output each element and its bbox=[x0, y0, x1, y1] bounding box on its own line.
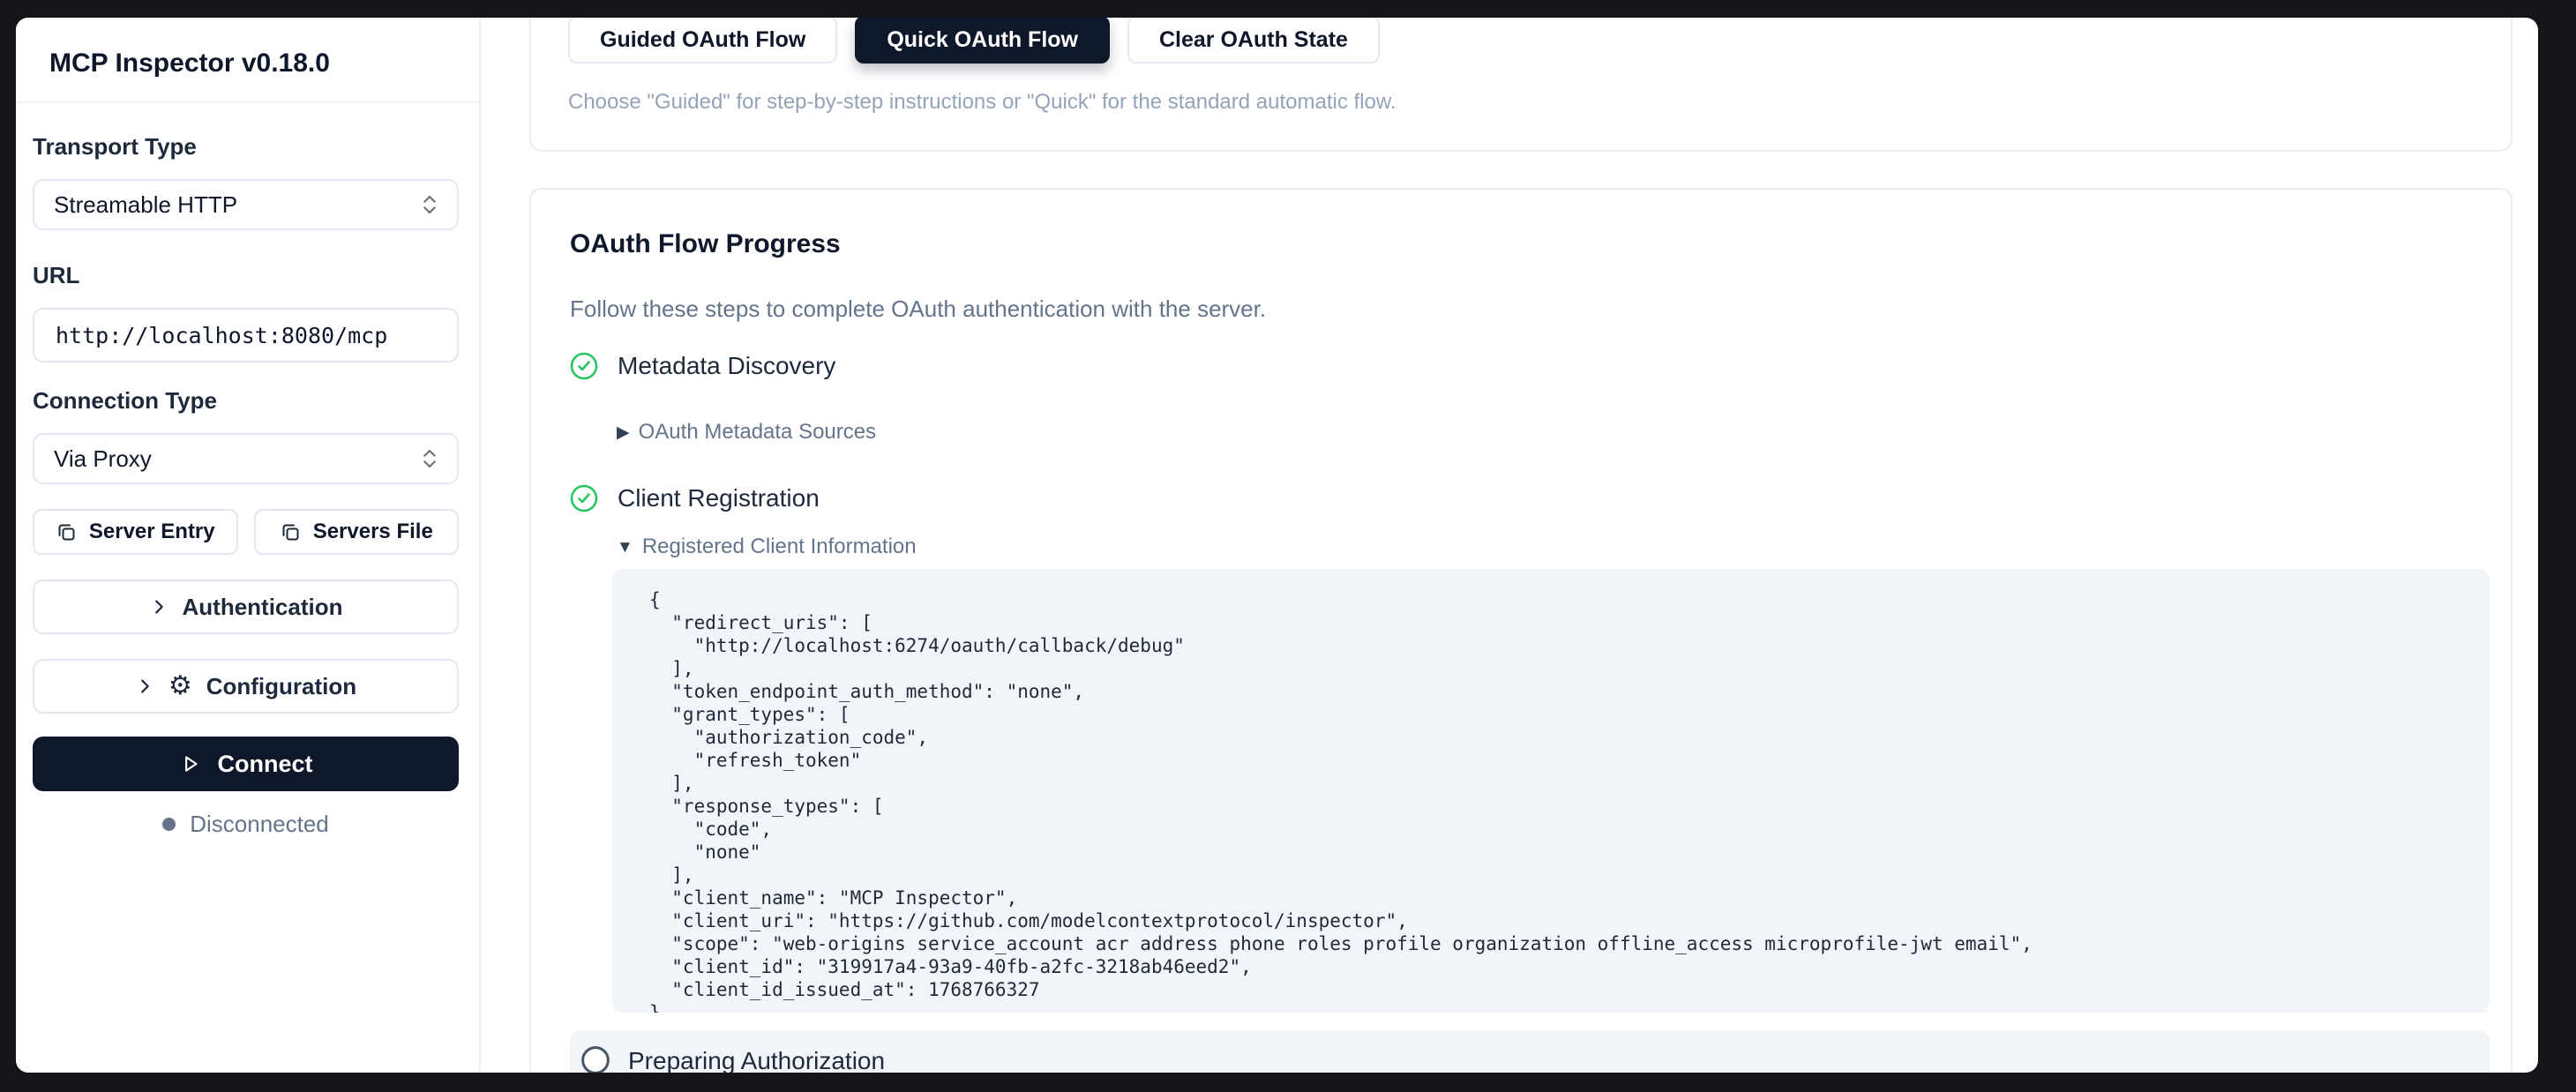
oauth-toolbar-card: Guided OAuth Flow Quick OAuth Flow Clear… bbox=[529, 18, 2512, 152]
code-line: "grant_types": [ bbox=[649, 703, 2463, 726]
pending-circle-icon bbox=[580, 1045, 610, 1073]
registered-client-json[interactable]: { "redirect_uris": [ "http://localhost:6… bbox=[612, 569, 2490, 1013]
step-label: Client Registration bbox=[618, 484, 820, 512]
progress-subtitle: Follow these steps to complete OAuth aut… bbox=[570, 295, 2490, 322]
app-window: MCP Inspector v0.18.0 Transport Type Str… bbox=[16, 18, 2538, 1073]
chevron-up-down-icon bbox=[422, 446, 438, 471]
code-line: "client_id": "319917a4-93a9-40fb-a2fc-32… bbox=[649, 955, 2463, 978]
oauth-metadata-sources-disclosure[interactable]: ▶ OAuth Metadata Sources bbox=[617, 419, 2490, 445]
check-circle-icon bbox=[570, 484, 598, 512]
connect-button[interactable]: Connect bbox=[33, 737, 459, 791]
quick-oauth-flow-button[interactable]: Quick OAuth Flow bbox=[855, 18, 1110, 64]
transport-type-label: Transport Type bbox=[33, 133, 459, 160]
play-icon bbox=[179, 752, 202, 775]
transport-type-value: Streamable HTTP bbox=[54, 191, 237, 219]
transport-type-select[interactable]: Streamable HTTP bbox=[33, 179, 459, 230]
code-line: { bbox=[649, 588, 2463, 611]
step-metadata-discovery: Metadata Discovery bbox=[570, 348, 2490, 384]
url-label: URL bbox=[33, 262, 459, 288]
copy-icon bbox=[280, 521, 301, 542]
main-content: Guided OAuth Flow Quick OAuth Flow Clear… bbox=[481, 18, 2538, 1073]
oauth-progress-card: OAuth Flow Progress Follow these steps t… bbox=[529, 188, 2512, 1073]
connection-status: Disconnected bbox=[33, 811, 459, 838]
progress-title: OAuth Flow Progress bbox=[570, 228, 2490, 260]
chevron-up-down-icon bbox=[422, 192, 438, 217]
configuration-label: Configuration bbox=[206, 673, 356, 700]
server-entry-label: Server Entry bbox=[89, 520, 215, 544]
code-line: } bbox=[649, 1001, 2463, 1013]
code-line: "http://localhost:6274/oauth/callback/de… bbox=[649, 634, 2463, 657]
step-label: Metadata Discovery bbox=[618, 352, 835, 380]
code-line: "response_types": [ bbox=[649, 795, 2463, 818]
chevron-right-icon bbox=[135, 677, 154, 696]
sidebar: MCP Inspector v0.18.0 Transport Type Str… bbox=[16, 18, 481, 1073]
servers-file-button[interactable]: Servers File bbox=[254, 509, 460, 555]
url-input[interactable]: http://localhost:8080/mcp bbox=[33, 308, 459, 363]
connection-type-value: Via Proxy bbox=[54, 445, 152, 473]
code-line: "client_uri": "https://github.com/modelc… bbox=[649, 909, 2463, 932]
chevron-right-icon bbox=[149, 597, 168, 617]
code-line: "client_id_issued_at": 1768766327 bbox=[649, 978, 2463, 1001]
authentication-label: Authentication bbox=[183, 594, 343, 621]
triangle-down-icon: ▼ bbox=[617, 539, 633, 556]
disclosure-label: OAuth Metadata Sources bbox=[639, 420, 876, 445]
code-line: ], bbox=[649, 772, 2463, 795]
step-client-registration: Client Registration bbox=[570, 481, 2490, 516]
servers-file-label: Servers File bbox=[313, 520, 433, 544]
check-circle-icon bbox=[570, 352, 598, 380]
clear-oauth-state-button[interactable]: Clear OAuth State bbox=[1127, 18, 1380, 64]
status-dot-icon bbox=[162, 818, 176, 831]
code-line: "none" bbox=[649, 841, 2463, 864]
code-line: "token_endpoint_auth_method": "none", bbox=[649, 680, 2463, 703]
code-line: ], bbox=[649, 657, 2463, 680]
code-line: "refresh_token" bbox=[649, 749, 2463, 772]
code-line: "client_name": "MCP Inspector", bbox=[649, 886, 2463, 909]
code-line: "redirect_uris": [ bbox=[649, 611, 2463, 634]
code-line: "code", bbox=[649, 818, 2463, 841]
disclosure-label: Registered Client Information bbox=[642, 535, 917, 559]
step-preparing-authorization: Preparing Authorization bbox=[570, 1030, 2490, 1073]
connect-label: Connect bbox=[218, 751, 313, 778]
code-line: "scope": "web-origins service_account ac… bbox=[649, 932, 2463, 955]
code-line: "authorization_code", bbox=[649, 726, 2463, 749]
connection-type-label: Connection Type bbox=[33, 387, 459, 414]
gear-icon: ⚙ bbox=[168, 673, 192, 699]
triangle-right-icon: ▶ bbox=[617, 424, 630, 441]
code-line: ], bbox=[649, 864, 2463, 886]
step-label: Preparing Authorization bbox=[628, 1047, 885, 1073]
status-text: Disconnected bbox=[190, 811, 329, 838]
app-title: MCP Inspector v0.18.0 bbox=[16, 18, 479, 103]
server-entry-button[interactable]: Server Entry bbox=[33, 509, 238, 555]
guided-oauth-flow-button[interactable]: Guided OAuth Flow bbox=[568, 18, 837, 64]
connection-type-select[interactable]: Via Proxy bbox=[33, 433, 459, 484]
copy-icon bbox=[56, 521, 77, 542]
registered-client-info-disclosure[interactable]: ▼ Registered Client Information bbox=[617, 534, 2490, 560]
authentication-toggle[interactable]: Authentication bbox=[33, 580, 459, 634]
configuration-toggle[interactable]: ⚙ Configuration bbox=[33, 659, 459, 714]
oauth-mode-hint: Choose "Guided" for step-by-step instruc… bbox=[568, 90, 2511, 115]
